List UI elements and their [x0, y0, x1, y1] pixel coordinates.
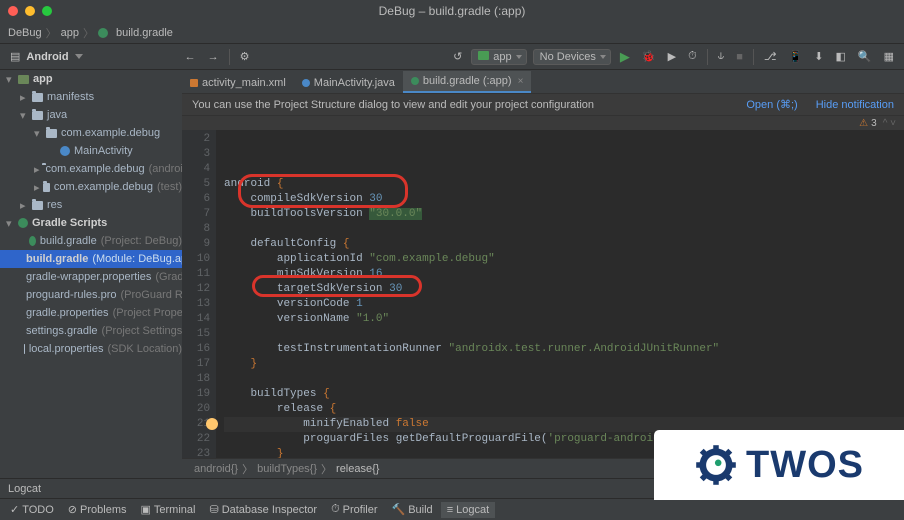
code-content[interactable]: android { compileSdkVersion 30 buildTool… — [216, 130, 904, 458]
code-editor[interactable]: 2 3 4 5 6 7 8 9 10 11 12 13 14 15 16 17 … — [182, 130, 904, 458]
debug-button[interactable]: 🐞 — [636, 48, 662, 65]
tab-activity-main-xml[interactable]: activity_main.xml — [182, 73, 294, 93]
maximize-window-button[interactable] — [42, 6, 52, 16]
tool-problems[interactable]: ⊘Problems — [62, 501, 133, 518]
search-icon[interactable]: 🔍 — [852, 48, 878, 65]
intention-bulb-icon[interactable] — [206, 418, 218, 430]
tree-settings-gradle[interactable]: settings.gradle(Project Settings) — [0, 322, 182, 340]
gradle-icon — [411, 77, 419, 85]
crumb-release[interactable]: release{} — [332, 463, 383, 475]
inspection-strip[interactable]: ⚠3^ ˅ — [182, 116, 904, 130]
layout-button[interactable]: ◧ — [829, 48, 851, 65]
breadcrumb-module[interactable]: app — [61, 27, 79, 39]
tree-local-properties[interactable]: local.properties(SDK Location) — [0, 340, 182, 358]
tree-res[interactable]: ▸res — [0, 196, 182, 214]
tool-terminal[interactable]: ▣Terminal — [134, 501, 201, 518]
tab-mainactivity-java[interactable]: MainActivity.java — [294, 73, 403, 93]
crumb-buildtypes[interactable]: buildTypes{} — [253, 463, 321, 475]
tree-build-gradle-project[interactable]: build.gradle(Project: DeBug) — [0, 232, 182, 250]
close-icon[interactable]: × — [518, 76, 524, 87]
watermark-text: TWOS — [746, 444, 864, 487]
notification-text: You can use the Project Structure dialog… — [192, 99, 594, 111]
status-bar: ✓TODO ⊘Problems ▣Terminal ⛁Database Insp… — [0, 498, 904, 520]
nav-back-button[interactable]: ← — [179, 49, 202, 65]
tree-mainactivity[interactable]: MainActivity — [0, 142, 182, 160]
nav-forward-button[interactable]: → — [202, 49, 225, 65]
gradle-file-icon — [98, 28, 108, 38]
stop-button[interactable]: ■ — [730, 49, 749, 65]
line-gutter: 2 3 4 5 6 7 8 9 10 11 12 13 14 15 16 17 … — [182, 130, 216, 458]
path-breadcrumb: DeBug 〉 app 〉 build.gradle — [0, 22, 904, 44]
project-view-dropdown[interactable]: Android — [26, 51, 68, 63]
close-window-button[interactable] — [8, 6, 18, 16]
tree-app[interactable]: ▾app — [0, 70, 182, 88]
watermark-logo: TWOS — [654, 430, 904, 500]
tree-pkg-test[interactable]: ▸com.example.debug(test) — [0, 178, 182, 196]
open-structure-link[interactable]: Open (⌘;) — [746, 98, 797, 111]
tool-database[interactable]: ⛁Database Inspector — [203, 501, 323, 518]
tree-gradle-properties[interactable]: gradle.properties(Project Properties) — [0, 304, 182, 322]
breadcrumb-project[interactable]: DeBug — [8, 27, 42, 39]
run-button[interactable]: ▶ — [614, 47, 636, 67]
tab-build-gradle[interactable]: build.gradle (:app)× — [403, 71, 532, 93]
tree-manifests[interactable]: ▸manifests — [0, 88, 182, 106]
tool-build[interactable]: 🔨Build — [386, 501, 439, 518]
run-config-dropdown[interactable]: app — [471, 49, 526, 65]
tool-profiler[interactable]: ⏱Profiler — [325, 501, 383, 518]
titlebar: DeBug – build.gradle (:app) — [0, 0, 904, 22]
vcs-button[interactable]: ⎇ — [758, 48, 783, 65]
java-icon — [302, 79, 310, 87]
attach-button[interactable]: ⫝ — [712, 48, 731, 65]
tree-pkg-androidtest[interactable]: ▸com.example.debug(androidTest) — [0, 160, 182, 178]
crumb-android[interactable]: android{} — [190, 463, 242, 475]
hide-notification-link[interactable]: Hide notification — [816, 99, 894, 111]
notification-bar: You can use the Project Structure dialog… — [182, 94, 904, 116]
minimize-window-button[interactable] — [25, 6, 35, 16]
sync-button[interactable]: ↺ — [447, 48, 468, 65]
tree-java[interactable]: ▾java — [0, 106, 182, 124]
profile-button[interactable]: ⏱ — [682, 48, 703, 65]
gear-icon[interactable]: ⚙ — [234, 48, 256, 65]
tree-build-gradle-module[interactable]: build.gradle(Module: DeBug.app) — [0, 250, 182, 268]
main-toolbar: ▤ Android ← → ⚙ ↺ app No Devices ▶ 🐞 ▶ ⏱… — [0, 44, 904, 70]
coverage-button[interactable]: ▶ — [662, 48, 682, 65]
warning-icon: ⚠ — [859, 118, 868, 129]
chevron-down-icon — [75, 54, 83, 59]
xml-icon — [190, 79, 198, 87]
tree-gradle-wrapper[interactable]: gradle-wrapper.properties(Gradle Version… — [0, 268, 182, 286]
avd-button[interactable]: 📱 — [783, 48, 809, 65]
project-view-icon: ▤ — [10, 50, 20, 63]
tool-logcat[interactable]: ≡Logcat — [441, 502, 495, 518]
tree-gradle-scripts[interactable]: ▾Gradle Scripts — [0, 214, 182, 232]
editor-tabs: activity_main.xml MainActivity.java buil… — [182, 70, 904, 94]
breadcrumb-file[interactable]: build.gradle — [116, 27, 173, 39]
assistant-button[interactable]: ▦ — [878, 48, 900, 65]
sdk-button[interactable]: ⬇ — [808, 48, 829, 65]
window-title: DeBug – build.gradle (:app) — [379, 4, 526, 18]
tool-todo[interactable]: ✓TODO — [4, 501, 60, 518]
device-dropdown[interactable]: No Devices — [533, 49, 611, 65]
tree-proguard-rules[interactable]: proguard-rules.pro(ProGuard Rules for De… — [0, 286, 182, 304]
tree-pkg-main[interactable]: ▾com.example.debug — [0, 124, 182, 142]
project-tree[interactable]: ▾app ▸manifests ▾java ▾com.example.debug… — [0, 70, 182, 478]
